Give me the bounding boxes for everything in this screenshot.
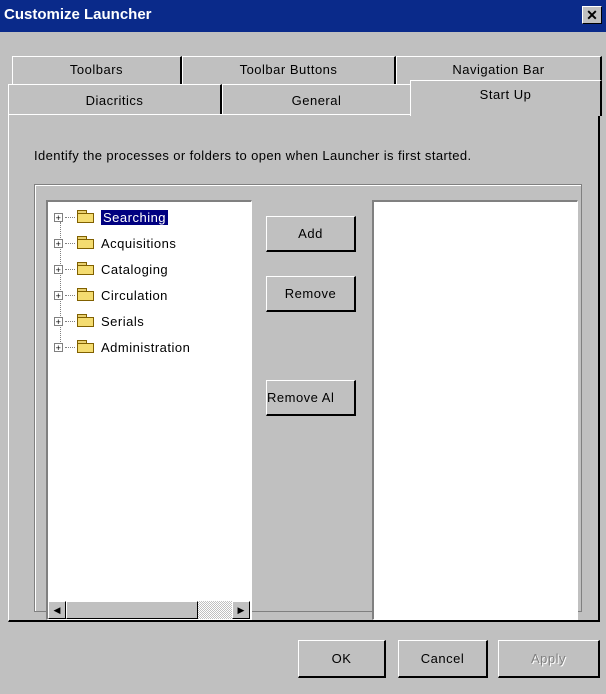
tree-connector (65, 216, 75, 218)
folder-icon (77, 236, 95, 250)
close-button[interactable]: ✕ (582, 6, 602, 24)
tab-toolbar-buttons[interactable]: Toolbar Buttons (182, 56, 396, 86)
close-icon: ✕ (586, 6, 598, 23)
customize-launcher-dialog: Customize Launcher ✕ Toolbars Toolbar Bu… (0, 0, 606, 694)
tree-item-label: Administration (101, 339, 191, 355)
remove-all-button[interactable]: Remove Al (266, 380, 356, 416)
tree-item-label: Cataloging (101, 261, 169, 277)
tree-item-label: Serials (101, 313, 145, 329)
plus-box-icon[interactable]: + (54, 316, 63, 326)
tab-label: Toolbar Buttons (239, 62, 338, 77)
tab-toolbars[interactable]: Toolbars (12, 56, 182, 86)
cancel-button[interactable]: Cancel (398, 640, 488, 678)
folder-icon (77, 262, 95, 276)
tree-connector (65, 242, 75, 244)
tree-item-acquisitions[interactable]: + Acquisitions (54, 232, 176, 254)
tree-connector (65, 320, 75, 322)
tree-item-label: Circulation (101, 287, 168, 303)
tab-label: Navigation Bar (452, 62, 545, 77)
plus-box-icon[interactable]: + (54, 264, 63, 274)
tab-label: General (291, 93, 342, 108)
tree-connector (65, 346, 75, 348)
tab-label: Start Up (479, 87, 532, 102)
available-processes-tree[interactable]: + Searching + Acquisitions + Cataloging … (46, 200, 252, 620)
arrow-right-icon[interactable]: ▶ (232, 601, 250, 619)
scroll-track[interactable] (66, 601, 232, 619)
plus-box-icon[interactable]: + (54, 290, 63, 300)
remove-button[interactable]: Remove (266, 276, 356, 312)
remove-button-label: Remove (284, 286, 337, 301)
ok-button[interactable]: OK (298, 640, 386, 678)
add-button[interactable]: Add (266, 216, 356, 252)
tree-item-administration[interactable]: + Administration (54, 336, 190, 358)
cancel-button-label: Cancel (420, 651, 465, 666)
folder-icon (77, 340, 95, 354)
tree-item-cataloging[interactable]: + Cataloging (54, 258, 168, 280)
tab-start-up[interactable]: Start Up (410, 80, 602, 116)
instruction-text: Identify the processes or folders to ope… (34, 148, 472, 163)
add-button-label: Add (298, 226, 323, 241)
tree-item-serials[interactable]: + Serials (54, 310, 144, 332)
tab-general[interactable]: General (222, 84, 412, 116)
plus-box-icon[interactable]: + (54, 342, 63, 352)
tree-item-label: Acquisitions (101, 235, 177, 251)
tree-item-label: Searching (99, 208, 170, 226)
ok-button-label: OK (331, 651, 352, 666)
scroll-thumb[interactable] (66, 601, 198, 619)
horizontal-scrollbar[interactable]: ◀ ▶ (48, 601, 250, 619)
tree-connector (65, 268, 75, 270)
plus-box-icon[interactable]: + (54, 238, 63, 248)
apply-button[interactable]: Apply (498, 640, 600, 678)
tab-label: Toolbars (69, 62, 124, 77)
remove-all-button-label: Remove Al (267, 390, 335, 405)
tab-label: Diacritics (85, 93, 144, 108)
arrow-left-icon[interactable]: ◀ (48, 601, 66, 619)
tab-diacritics[interactable]: Diacritics (8, 84, 222, 116)
window-title: Customize Launcher (4, 6, 152, 23)
apply-button-label: Apply (530, 651, 567, 666)
folder-icon (77, 210, 95, 224)
tree-connector (65, 294, 75, 296)
folder-icon (77, 288, 95, 302)
folder-icon (77, 314, 95, 328)
startup-selection-list[interactable] (372, 200, 578, 620)
tree-item-searching[interactable]: + Searching (54, 206, 170, 228)
tree-item-circulation[interactable]: + Circulation (54, 284, 168, 306)
title-bar: Customize Launcher ✕ (0, 0, 606, 32)
plus-box-icon[interactable]: + (54, 212, 63, 222)
